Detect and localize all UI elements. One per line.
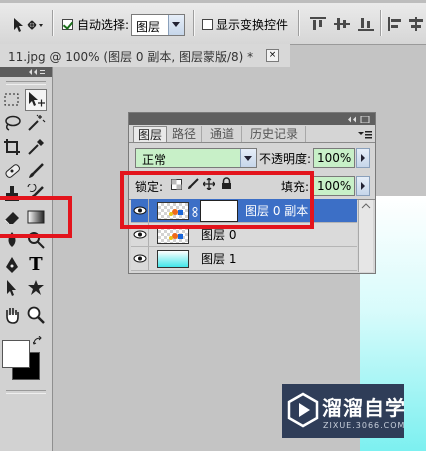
tab-divider bbox=[129, 142, 375, 143]
collapse-icon bbox=[29, 69, 45, 75]
chevron-down-icon bbox=[168, 15, 184, 35]
path-selection-tool-icon[interactable] bbox=[2, 278, 22, 298]
layer-name[interactable]: 图层 0 bbox=[201, 228, 236, 242]
foreground-color-swatch[interactable] bbox=[2, 340, 30, 368]
crop-tool-icon[interactable] bbox=[2, 137, 22, 157]
show-transform-label: 显示变换控件 bbox=[216, 18, 289, 32]
blend-mode-value: 正常 bbox=[142, 153, 167, 167]
auto-select-target-value: 图层 bbox=[136, 20, 161, 34]
align-left-icon[interactable] bbox=[388, 17, 404, 31]
separator bbox=[298, 10, 300, 36]
tab-paths[interactable]: 路径 bbox=[167, 126, 202, 142]
opacity-slider-button[interactable] bbox=[356, 148, 370, 168]
type-tool-icon[interactable]: T bbox=[26, 255, 46, 275]
layers-scrollbar[interactable] bbox=[358, 200, 373, 272]
separator bbox=[52, 10, 54, 36]
options-bar: 自动选择: 图层 显示变换控件 bbox=[0, 0, 426, 45]
layer-thumbnail bbox=[157, 250, 189, 268]
move-tool-icon bbox=[14, 18, 43, 32]
watermark-url: ZIXUE.3066.COM bbox=[323, 421, 406, 430]
auto-select-target-select[interactable]: 图层 bbox=[131, 14, 185, 36]
marquee-tool-icon[interactable] bbox=[2, 90, 22, 110]
watermark-brand: 溜溜自学 bbox=[322, 396, 406, 420]
align-top-icon[interactable] bbox=[310, 17, 326, 31]
watermark-logo: 溜溜自学 ZIXUE.3066.COM bbox=[282, 384, 406, 438]
scroll-up-icon[interactable] bbox=[359, 201, 373, 211]
blend-mode-select[interactable]: 正常 bbox=[135, 148, 257, 168]
highlight-box-layers bbox=[120, 171, 314, 229]
magic-wand-tool-icon[interactable] bbox=[26, 113, 46, 133]
tool-preset-picker[interactable] bbox=[8, 14, 46, 36]
opacity-label: 不透明度: bbox=[259, 152, 312, 166]
custom-shape-tool-icon[interactable] bbox=[26, 278, 46, 298]
document-tab[interactable]: 11.jpg @ 100% (图层 0 副本, 图层蒙版/8) * × bbox=[0, 44, 290, 68]
play-icon bbox=[287, 392, 319, 428]
show-transform-checkbox[interactable] bbox=[202, 19, 213, 30]
options-bar-top-edge bbox=[0, 0, 426, 3]
layers-panel-titlebar[interactable] bbox=[129, 113, 375, 125]
healing-brush-tool-icon[interactable] bbox=[2, 161, 22, 181]
align-bottom-icon[interactable] bbox=[358, 17, 374, 31]
tab-layers[interactable]: 图层 bbox=[133, 126, 167, 143]
eyedropper-tool-icon[interactable] bbox=[26, 137, 46, 157]
hand-tool-icon[interactable] bbox=[2, 305, 22, 325]
document-title: 11.jpg @ 100% (图层 0 副本, 图层蒙版/8) * bbox=[8, 50, 254, 64]
grip bbox=[6, 81, 46, 85]
separator bbox=[193, 10, 195, 36]
auto-select-label: 自动选择: bbox=[77, 18, 130, 32]
tab-history[interactable]: 历史记录 bbox=[243, 126, 306, 142]
zoom-tool-icon[interactable] bbox=[26, 305, 46, 325]
visibility-eye-icon[interactable] bbox=[131, 247, 149, 270]
brush-tool-icon[interactable] bbox=[26, 161, 46, 181]
move-tool-icon[interactable] bbox=[25, 89, 47, 111]
tab-channels[interactable]: 通道 bbox=[203, 126, 242, 142]
fill-input[interactable]: 100% bbox=[313, 176, 355, 196]
layer-row-1[interactable]: 图层 1 bbox=[131, 247, 357, 271]
highlight-box-tools bbox=[0, 196, 72, 238]
fill-slider-button[interactable] bbox=[356, 176, 370, 196]
pen-tool-icon[interactable] bbox=[2, 255, 22, 275]
divider bbox=[6, 390, 46, 394]
panel-collapse-icon bbox=[348, 116, 370, 123]
tools-panel: T bbox=[0, 67, 53, 451]
align-vcenter-icon[interactable] bbox=[334, 17, 350, 31]
panel-menu-icon[interactable] bbox=[358, 129, 372, 143]
chevron-down-icon bbox=[240, 149, 256, 167]
align-hcenter-icon[interactable] bbox=[408, 17, 424, 31]
close-icon[interactable]: × bbox=[266, 49, 279, 62]
opacity-input[interactable]: 100% bbox=[313, 148, 355, 168]
lasso-tool-icon[interactable] bbox=[2, 113, 22, 133]
tools-panel-header[interactable] bbox=[0, 67, 52, 77]
layer-name[interactable]: 图层 1 bbox=[201, 252, 236, 266]
auto-select-checkbox[interactable] bbox=[62, 19, 73, 30]
swap-colors-icon[interactable] bbox=[32, 335, 43, 349]
separator bbox=[380, 10, 382, 36]
